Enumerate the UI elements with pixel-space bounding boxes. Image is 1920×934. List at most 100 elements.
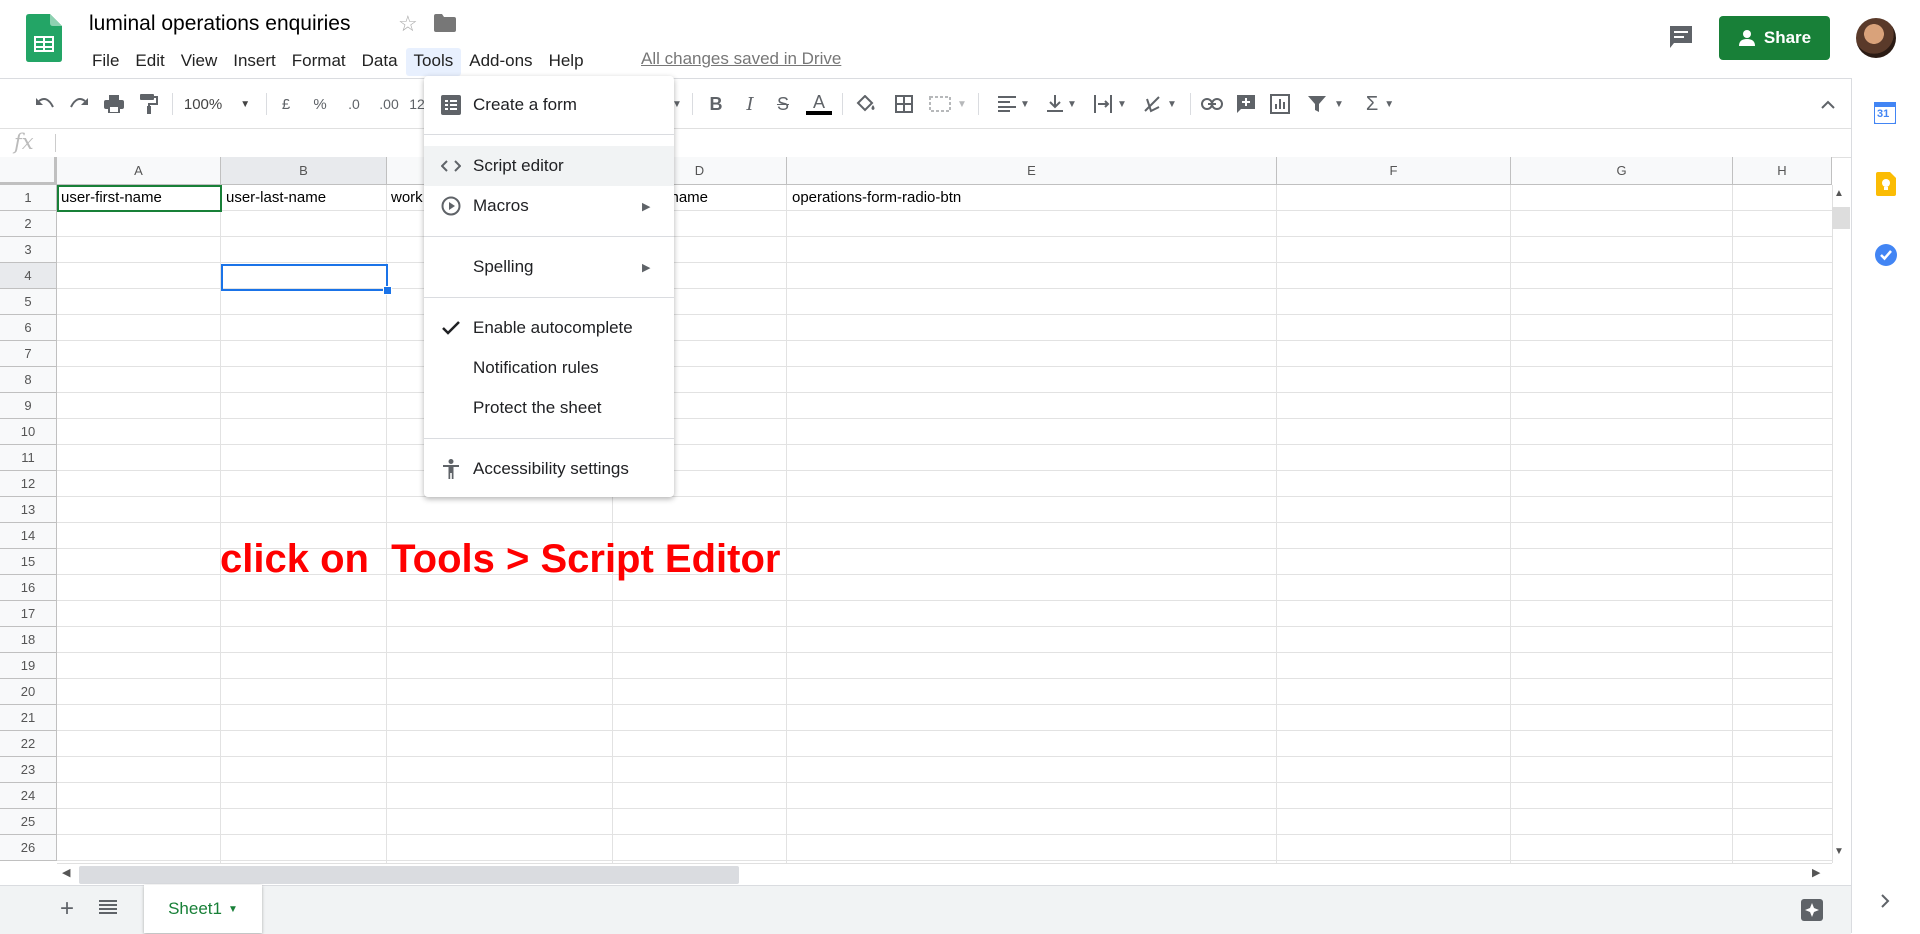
- filter-icon[interactable]: ▼: [1304, 91, 1348, 117]
- menu-file[interactable]: File: [84, 48, 127, 76]
- scroll-down-icon[interactable]: ▼: [1834, 846, 1844, 857]
- menu-item-create-form[interactable]: Create a form: [424, 87, 674, 123]
- currency-format-button[interactable]: £: [276, 91, 296, 117]
- row-header-23[interactable]: 23: [0, 757, 57, 783]
- collapse-toolbar-icon[interactable]: [1818, 91, 1838, 117]
- avatar[interactable]: [1856, 18, 1896, 58]
- menu-insert[interactable]: Insert: [225, 48, 284, 76]
- menu-data[interactable]: Data: [354, 48, 406, 76]
- row-header-19[interactable]: 19: [0, 653, 57, 679]
- scroll-left-icon[interactable]: ◀: [62, 866, 70, 879]
- scroll-right-icon[interactable]: ▶: [1812, 866, 1820, 879]
- row-header-16[interactable]: 16: [0, 575, 57, 601]
- sheet-tab-sheet1[interactable]: Sheet1 ▼: [144, 885, 262, 933]
- star-icon[interactable]: ☆: [398, 11, 418, 37]
- vertical-align-icon[interactable]: ▼: [1044, 91, 1080, 117]
- fill-color-icon[interactable]: [854, 91, 878, 117]
- row-header-22[interactable]: 22: [0, 731, 57, 757]
- scroll-up-icon[interactable]: ▲: [1834, 188, 1844, 199]
- undo-icon[interactable]: [32, 91, 58, 117]
- keep-icon[interactable]: [1876, 172, 1896, 201]
- document-title[interactable]: luminal operations enquiries: [89, 12, 351, 36]
- row-header-13[interactable]: 13: [0, 497, 57, 523]
- column-header-b[interactable]: B: [221, 157, 387, 185]
- row-header-5[interactable]: 5: [0, 289, 57, 315]
- all-sheets-icon[interactable]: [99, 900, 117, 919]
- row-header-21[interactable]: 21: [0, 705, 57, 731]
- save-status-link[interactable]: All changes saved in Drive: [641, 48, 841, 70]
- italic-icon[interactable]: I: [739, 91, 761, 117]
- row-header-14[interactable]: 14: [0, 523, 57, 549]
- menu-view[interactable]: View: [173, 48, 226, 76]
- decrease-decimal-button[interactable]: .0: [342, 91, 366, 117]
- cell-e1[interactable]: operations-form-radio-btn: [792, 185, 961, 211]
- column-header-e[interactable]: E: [787, 157, 1277, 185]
- row-header-18[interactable]: 18: [0, 627, 57, 653]
- menu-item-spelling[interactable]: Spelling ▶: [424, 249, 674, 285]
- menu-tools[interactable]: Tools: [405, 48, 462, 76]
- text-rotation-icon[interactable]: ▼: [1140, 91, 1180, 117]
- row-header-6[interactable]: 6: [0, 315, 57, 341]
- explore-icon[interactable]: [1800, 898, 1824, 927]
- selected-cell-b4[interactable]: [221, 264, 388, 291]
- calendar-icon[interactable]: 31: [1873, 101, 1897, 129]
- text-wrapping-icon[interactable]: ▼: [1090, 91, 1130, 117]
- horizontal-scroll-thumb[interactable]: [79, 866, 739, 884]
- row-header-7[interactable]: 7: [0, 341, 57, 367]
- column-header-g[interactable]: G: [1511, 157, 1733, 185]
- share-button[interactable]: Share: [1719, 16, 1830, 60]
- menu-item-script-editor[interactable]: Script editor: [424, 146, 674, 186]
- row-header-2[interactable]: 2: [0, 211, 57, 237]
- vertical-scrollbar[interactable]: [1832, 185, 1852, 863]
- cell-a1[interactable]: user-first-name: [61, 185, 162, 211]
- menu-help[interactable]: Help: [541, 48, 592, 76]
- insert-chart-icon[interactable]: [1268, 91, 1292, 117]
- cell-b1[interactable]: user-last-name: [226, 185, 326, 211]
- zoom-select[interactable]: 100% ▼: [182, 91, 252, 117]
- row-header-25[interactable]: 25: [0, 809, 57, 835]
- functions-icon[interactable]: Σ ▼: [1360, 91, 1400, 117]
- bold-icon[interactable]: B: [705, 91, 727, 117]
- column-header-f[interactable]: F: [1277, 157, 1511, 185]
- paint-format-icon[interactable]: [136, 91, 162, 117]
- row-header-15[interactable]: 15: [0, 549, 57, 575]
- menu-item-protect-sheet[interactable]: Protect the sheet: [424, 390, 674, 426]
- row-header-24[interactable]: 24: [0, 783, 57, 809]
- increase-decimal-button[interactable]: .00: [376, 91, 402, 117]
- menu-edit[interactable]: Edit: [127, 48, 172, 76]
- row-header-10[interactable]: 10: [0, 419, 57, 445]
- expand-side-panel-icon[interactable]: [1880, 893, 1890, 914]
- select-all-corner[interactable]: [0, 157, 57, 185]
- row-header-12[interactable]: 12: [0, 471, 57, 497]
- insert-comment-icon[interactable]: [1234, 91, 1258, 117]
- column-header-h[interactable]: H: [1733, 157, 1832, 185]
- row-header-1[interactable]: 1: [0, 185, 57, 211]
- add-sheet-icon[interactable]: +: [60, 895, 74, 923]
- formula-bar[interactable]: fx: [0, 129, 1851, 158]
- row-header-11[interactable]: 11: [0, 445, 57, 471]
- fill-handle[interactable]: [383, 286, 392, 295]
- row-header-26[interactable]: 26: [0, 835, 57, 861]
- row-header-20[interactable]: 20: [0, 679, 57, 705]
- menu-item-macros[interactable]: Macros ▶: [424, 188, 674, 224]
- merge-cells-icon[interactable]: ▼: [928, 91, 968, 117]
- redo-icon[interactable]: [66, 91, 92, 117]
- percent-format-button[interactable]: %: [310, 91, 330, 117]
- menu-format[interactable]: Format: [284, 48, 354, 76]
- tasks-icon[interactable]: [1874, 243, 1898, 272]
- row-header-17[interactable]: 17: [0, 601, 57, 627]
- row-header-8[interactable]: 8: [0, 367, 57, 393]
- menu-item-notification-rules[interactable]: Notification rules: [424, 350, 674, 386]
- comments-icon[interactable]: [1668, 24, 1694, 55]
- print-icon[interactable]: [101, 91, 127, 117]
- spreadsheet-grid[interactable]: ABCDEFGH 1234567891011121314151617181920…: [0, 157, 1832, 863]
- borders-icon[interactable]: [892, 91, 916, 117]
- text-color-icon[interactable]: A: [805, 91, 833, 117]
- menu-item-accessibility-settings[interactable]: Accessibility settings: [424, 451, 674, 487]
- menu-item-enable-autocomplete[interactable]: Enable autocomplete: [424, 310, 674, 346]
- insert-link-icon[interactable]: [1200, 91, 1224, 117]
- sheets-logo-icon[interactable]: [26, 14, 62, 62]
- folder-icon[interactable]: [434, 14, 456, 37]
- column-header-a[interactable]: A: [57, 157, 221, 185]
- cell-c1[interactable]: work: [391, 185, 423, 211]
